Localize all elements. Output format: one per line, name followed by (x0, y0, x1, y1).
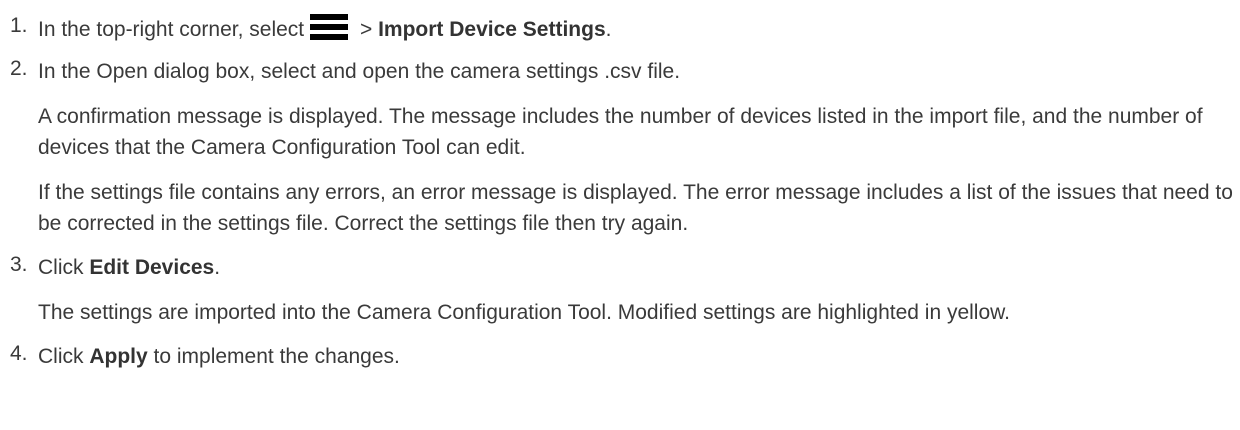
step-2: 2. In the Open dialog box, select and op… (0, 57, 1240, 239)
step-4: 4. Click Apply to implement the changes. (0, 342, 1240, 372)
step-prefix: Click (38, 345, 90, 368)
step-suffix: . (605, 18, 612, 41)
step-number: 1. (10, 14, 28, 37)
apply-label: Apply (89, 345, 148, 368)
step-note: The settings are imported into the Camer… (38, 301, 1010, 324)
step-1: 1. In the top-right corner, select > Imp… (0, 14, 1240, 45)
arrow-separator: > (354, 18, 379, 41)
import-device-settings-label: Import Device Settings (378, 18, 606, 41)
step-text: Click Edit Devices. (38, 253, 1240, 283)
step-text: Click Apply to implement the changes. (38, 342, 1240, 372)
step-suffix: to implement the changes. (147, 345, 400, 368)
step-number: 3. (10, 253, 28, 276)
step-suffix: . (214, 256, 221, 279)
edit-devices-label: Edit Devices (89, 256, 215, 279)
instruction-list: 1. In the top-right corner, select > Imp… (0, 0, 1240, 372)
hamburger-menu-icon (310, 14, 349, 40)
step-text: In the top-right corner, select > Import… (38, 14, 1240, 45)
step-number: 4. (10, 342, 28, 365)
step-prefix: In the top-right corner, select (38, 18, 305, 41)
step-note: A confirmation message is displayed. The… (38, 105, 1203, 159)
step-number: 2. (10, 57, 28, 80)
step-text: In the Open dialog box, select and open … (38, 60, 681, 83)
step-prefix: Click (38, 256, 90, 279)
step-3: 3. Click Edit Devices. The settings are … (0, 253, 1240, 328)
step-note: If the settings file contains any errors… (38, 181, 1233, 235)
